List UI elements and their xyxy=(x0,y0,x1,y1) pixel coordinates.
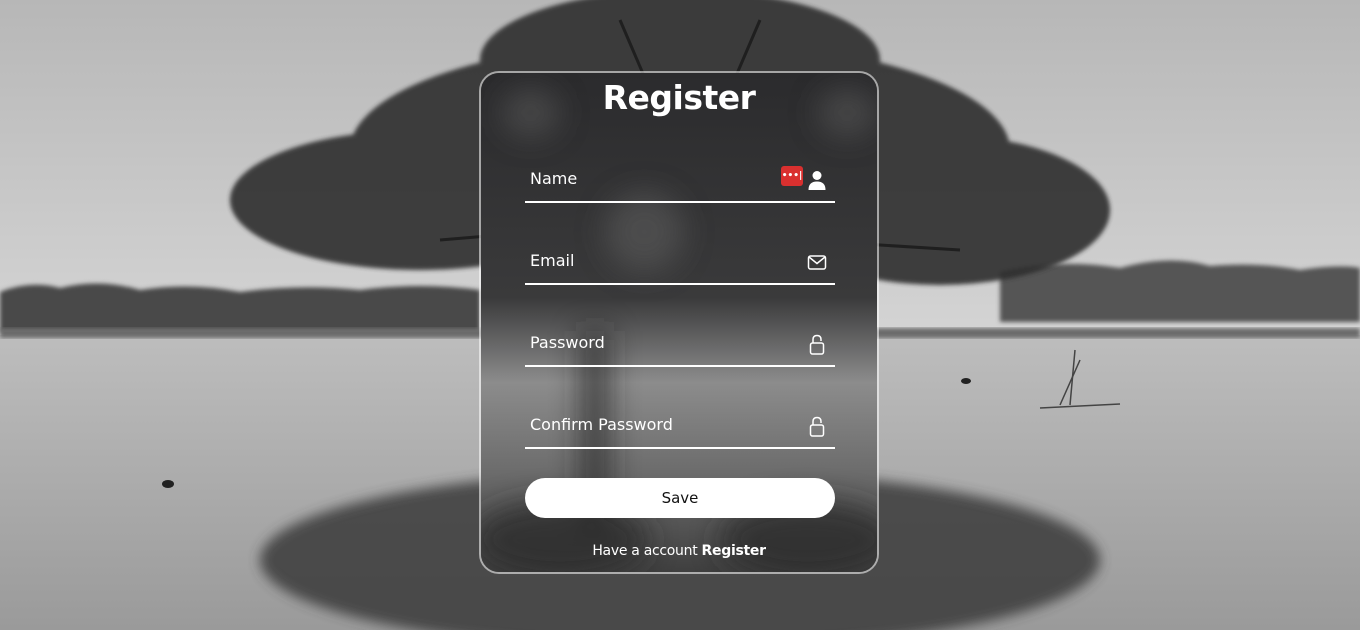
password-manager-icon[interactable]: •••| xyxy=(781,166,803,186)
confirm-password-input[interactable] xyxy=(525,401,780,447)
email-input[interactable] xyxy=(525,237,780,283)
register-link[interactable]: Register xyxy=(702,543,766,559)
lock-icon xyxy=(809,334,825,355)
name-input[interactable] xyxy=(525,155,780,201)
footer-prompt: Have a account xyxy=(592,543,698,559)
email-field xyxy=(525,237,835,285)
page-title: Register xyxy=(602,78,756,117)
password-input[interactable] xyxy=(525,319,780,365)
confirm-password-field xyxy=(525,401,835,449)
register-card: Register •••| xyxy=(479,71,879,574)
password-field xyxy=(525,319,835,367)
background-scene: Register •••| xyxy=(0,0,1360,630)
name-field: •••| xyxy=(525,155,835,203)
footer-text: Have a account Register xyxy=(481,543,877,559)
mail-icon xyxy=(807,255,827,270)
lock-icon xyxy=(809,416,825,437)
save-button[interactable]: Save xyxy=(525,478,835,518)
person-icon xyxy=(808,171,826,190)
